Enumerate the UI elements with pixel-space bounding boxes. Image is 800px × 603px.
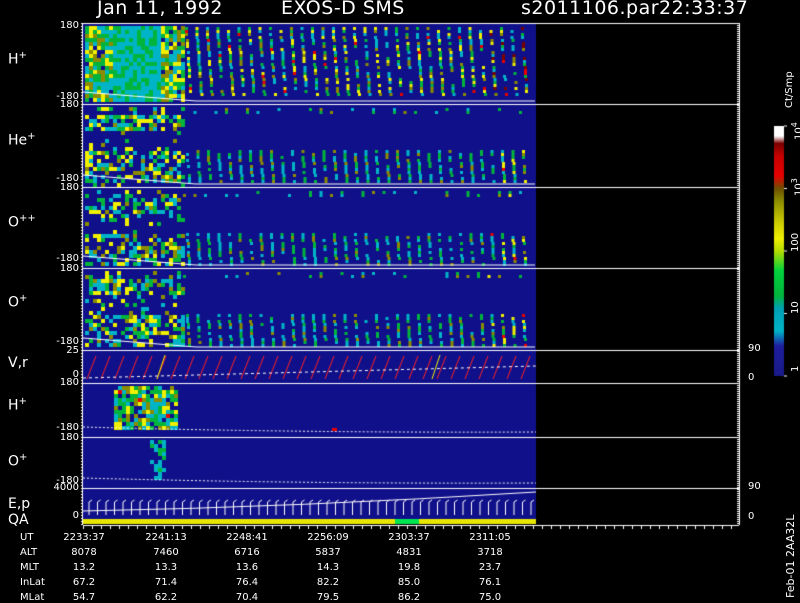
right-tick-top-ep: 90 <box>748 481 761 492</box>
colorbar-tick-2: 100 <box>790 232 800 252</box>
ytick-bottom-ep: 0 <box>72 510 79 521</box>
panel-label-ep: E,p <box>8 496 31 512</box>
ephemeris-value: 13.2 <box>72 562 96 573</box>
ephemeris-value: 13.3 <box>154 562 178 573</box>
ephemeris-value: 2248:41 <box>226 532 268 543</box>
panel-label-heplus: He+ <box>8 131 36 149</box>
right-tick-bottom-ep: 0 <box>748 511 755 522</box>
panel-label-oplusplus: O++ <box>8 213 36 231</box>
ephemeris-value: 82.2 <box>316 577 340 588</box>
ephemeris-label-mlat: MLat <box>20 592 45 603</box>
ytick-top-heplus: 180 <box>59 99 79 110</box>
colorbar-tick-4: 104 <box>790 122 800 140</box>
ytick-top-oplusplus: 180 <box>59 182 79 193</box>
ephemeris-value: 14.3 <box>316 562 340 573</box>
panel-label-oplus1: O+ <box>8 293 28 311</box>
file-title: s2011106.par <box>521 0 660 19</box>
ephemeris-value: 79.5 <box>316 592 340 603</box>
ephemeris-label-ut: UT <box>20 532 34 543</box>
ytick-top-hplus1: 180 <box>59 20 79 31</box>
side-label: Feb-01 2AA32L <box>784 514 797 598</box>
ephemeris-value: 76.1 <box>478 577 502 588</box>
ephemeris-value: 3718 <box>477 547 503 558</box>
ephemeris-value: 76.4 <box>235 577 259 588</box>
ephemeris-value: 75.0 <box>478 592 502 603</box>
ephemeris-value: 7460 <box>153 547 179 558</box>
ephemeris-value: 8078 <box>71 547 97 558</box>
colorbar-tick-0: 1 <box>790 365 800 372</box>
colorbar-tick-1: 10 <box>790 301 800 314</box>
panel-label-oplus2: O+ <box>8 452 28 470</box>
date-title: Jan 11, 1992 <box>97 0 223 19</box>
ephemeris-value: 86.2 <box>397 592 421 603</box>
ephemeris-value: 54.7 <box>72 592 96 603</box>
qa-label: QA <box>8 512 29 528</box>
colorbar-unit: Ct/Smp <box>784 71 795 108</box>
spectrogram-canvas <box>0 0 800 600</box>
panel-label-hplus1: H+ <box>8 50 27 68</box>
ytick-top-oplus1: 180 <box>59 263 79 274</box>
ephemeris-value: 5837 <box>315 547 341 558</box>
ytick-top-hplus2: 180 <box>59 377 79 388</box>
ephemeris-value: 4831 <box>396 547 422 558</box>
ephemeris-value: 67.2 <box>72 577 96 588</box>
ephemeris-value: 19.8 <box>397 562 421 573</box>
colorbar-tick-3: 103 <box>790 178 800 196</box>
time-title: 22:33:37 <box>659 0 749 19</box>
ytick-top-ep: 4000 <box>53 482 79 493</box>
ephemeris-value: 6716 <box>234 547 260 558</box>
ephemeris-value: 2311:05 <box>469 532 511 543</box>
ephemeris-label-mlt: MLT <box>20 562 39 573</box>
ephemeris-value: 2256:09 <box>307 532 349 543</box>
ephemeris-value: 2303:37 <box>388 532 430 543</box>
ephemeris-value: 70.4 <box>235 592 259 603</box>
ephemeris-value: 2241:13 <box>145 532 187 543</box>
ephemeris-value: 71.4 <box>154 577 178 588</box>
panel-label-vr: V,r <box>8 355 28 371</box>
ytick-top-oplus2: 180 <box>59 432 79 443</box>
sms-spectrogram-figure: Jan 11, 1992 EXOS-D SMS s2011106.par 22:… <box>0 0 800 603</box>
ephemeris-label-inlat: InLat <box>20 577 45 588</box>
ephemeris-label-alt: ALT <box>20 547 38 558</box>
panel-label-hplus2: H+ <box>8 396 27 414</box>
ephemeris-value: 85.0 <box>397 577 421 588</box>
ephemeris-value: 23.7 <box>478 562 502 573</box>
instrument-title: EXOS-D SMS <box>281 0 405 19</box>
ephemeris-value: 13.6 <box>235 562 259 573</box>
ephemeris-value: 62.2 <box>154 592 178 603</box>
right-tick-bottom-vr: 0 <box>748 372 755 383</box>
ephemeris-value: 2233:37 <box>63 532 105 543</box>
right-tick-top-vr: 90 <box>748 343 761 354</box>
ytick-top-vr: 25 <box>66 345 79 356</box>
